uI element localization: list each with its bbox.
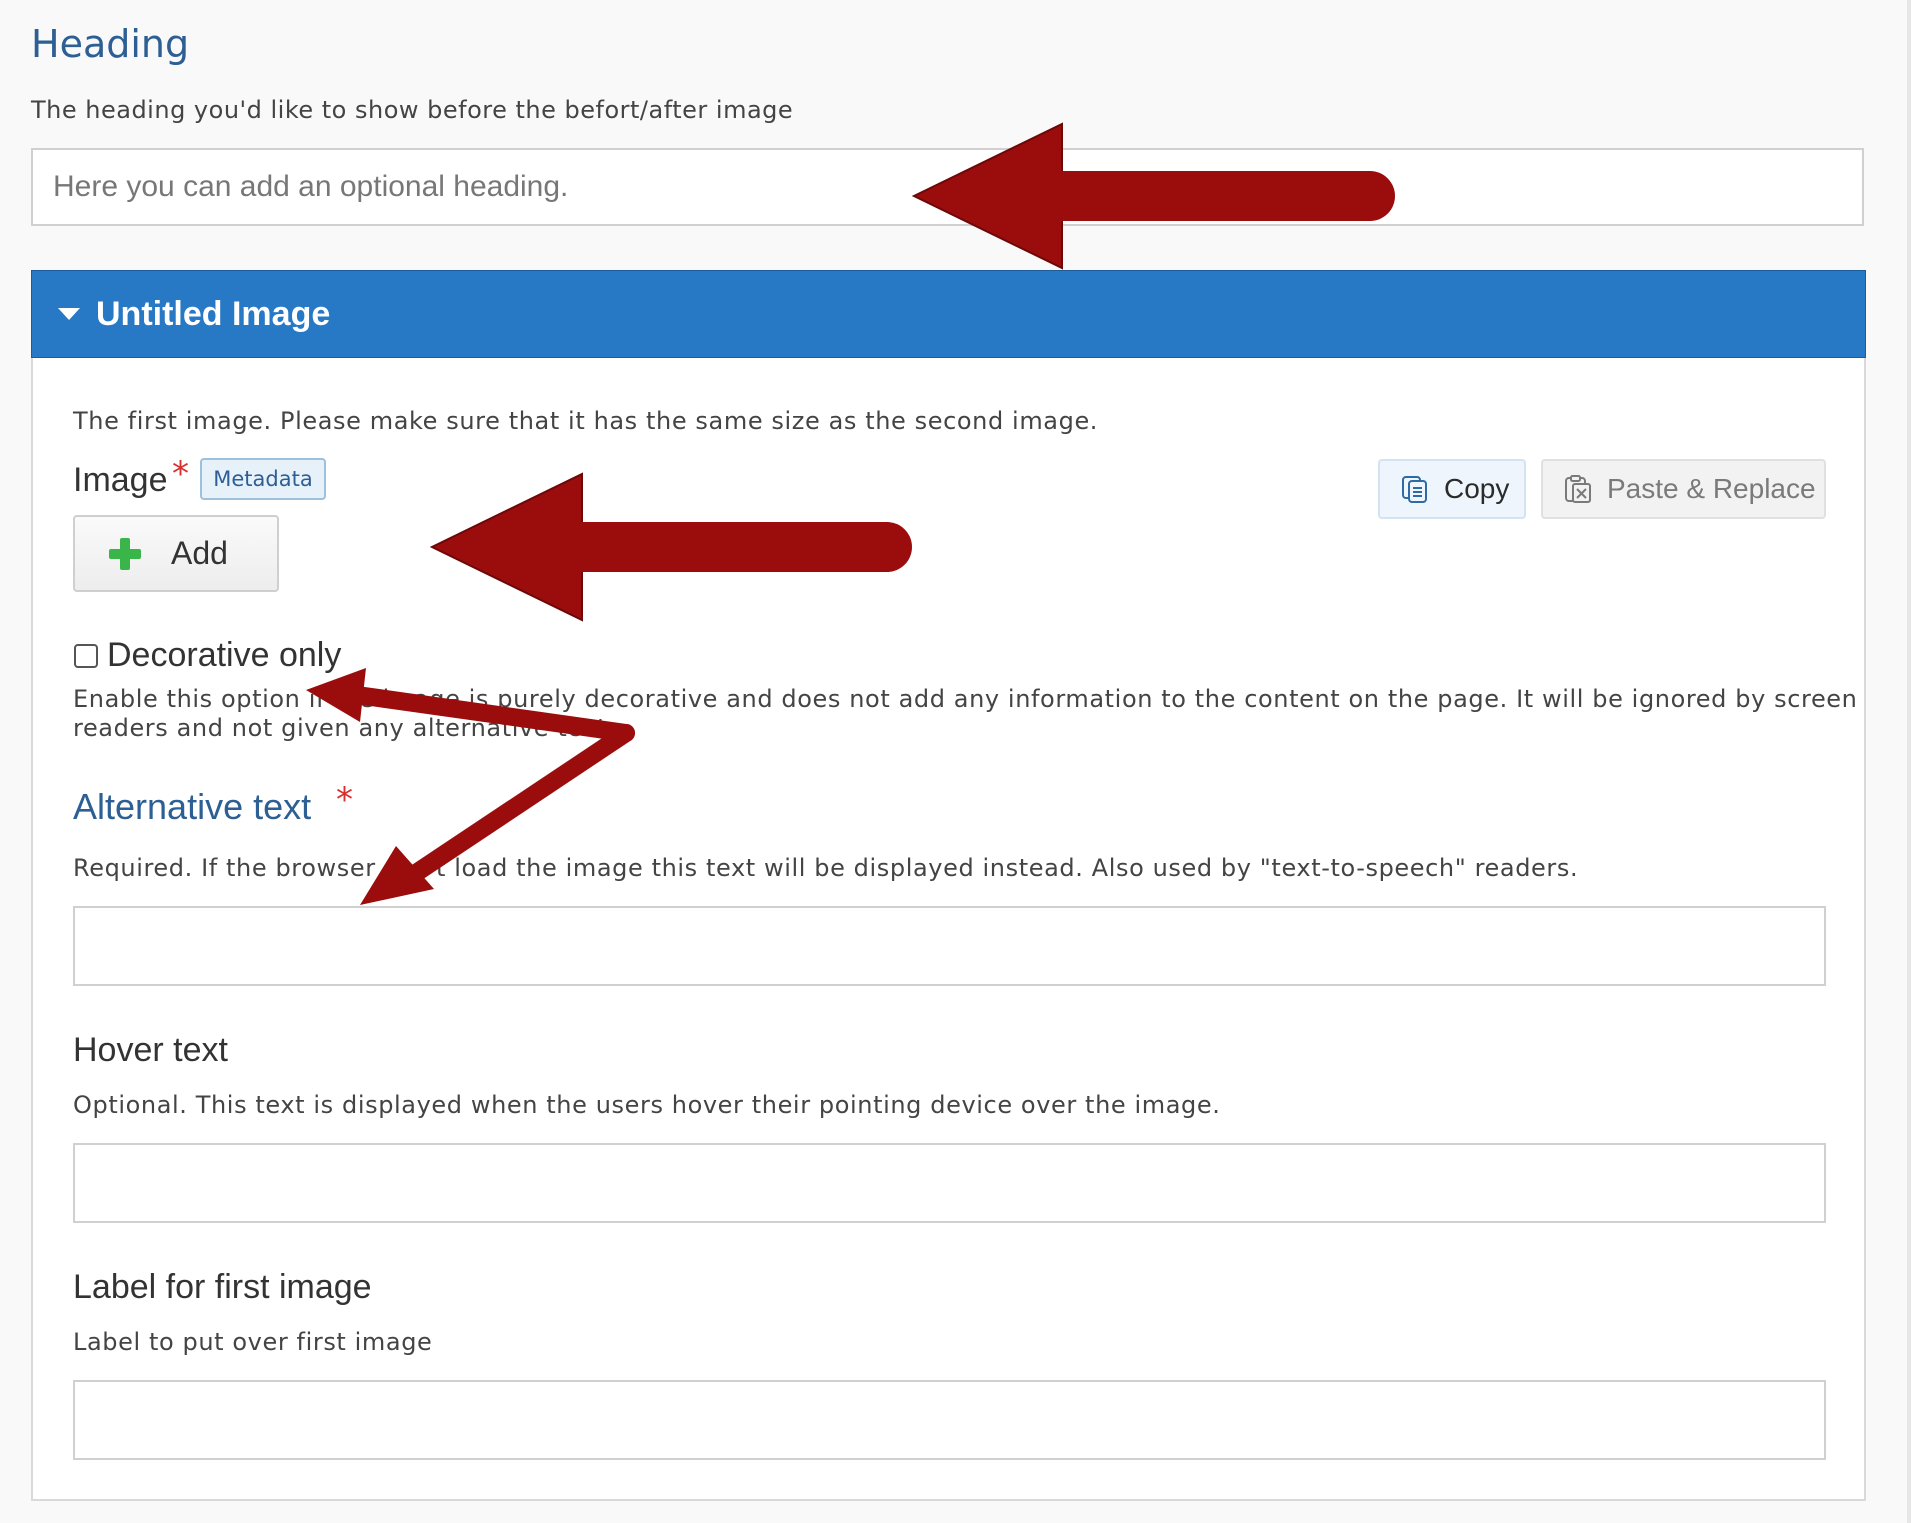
image-group-header[interactable]: Untitled Image [31, 270, 1866, 358]
collapse-caret-icon[interactable] [58, 308, 80, 320]
image-field-label: Image [73, 461, 168, 499]
first-image-label-title: Label for first image [73, 1268, 372, 1306]
decorative-description-line2: readers and not given any alternative te… [73, 714, 616, 742]
first-image-label-input[interactable] [73, 1380, 1826, 1460]
hover-text-input[interactable] [73, 1143, 1826, 1223]
first-image-label-description: Label to put over first image [73, 1328, 433, 1356]
decorative-only-label[interactable]: Decorative only [107, 636, 341, 675]
paste-clipboard-icon [1565, 475, 1591, 503]
add-image-button[interactable]: Add [73, 515, 279, 592]
alt-text-description: Required. If the browser can't load the … [73, 854, 1579, 882]
copy-button-label: Copy [1444, 473, 1510, 504]
alt-text-label: Alternative text [73, 786, 312, 827]
metadata-button[interactable]: Metadata [200, 458, 326, 500]
image-group-description: The first image. Please make sure that i… [73, 407, 1099, 435]
plus-icon [109, 537, 141, 570]
hover-text-description: Optional. This text is displayed when th… [73, 1091, 1221, 1119]
decorative-description-line1: Enable this option if the image is purel… [73, 685, 1858, 713]
decorative-only-checkbox[interactable] [74, 644, 98, 668]
hover-text-label: Hover text [73, 1031, 228, 1069]
alt-text-required-marker: * [336, 780, 353, 820]
heading-field-description: The heading you'd like to show before th… [31, 96, 794, 124]
copy-icon [1402, 476, 1427, 503]
add-image-label: Add [171, 535, 228, 571]
copy-button[interactable]: Copy [1378, 459, 1526, 519]
required-marker: * [172, 454, 189, 494]
heading-field-title: Heading [31, 22, 190, 66]
scrollbar[interactable] [1907, 0, 1911, 1523]
paste-replace-button[interactable]: Paste & Replace [1541, 459, 1826, 519]
image-group-title: Untitled Image [96, 294, 331, 333]
alt-text-input[interactable] [73, 906, 1826, 986]
paste-replace-label: Paste & Replace [1607, 473, 1816, 504]
heading-input[interactable] [31, 148, 1864, 226]
